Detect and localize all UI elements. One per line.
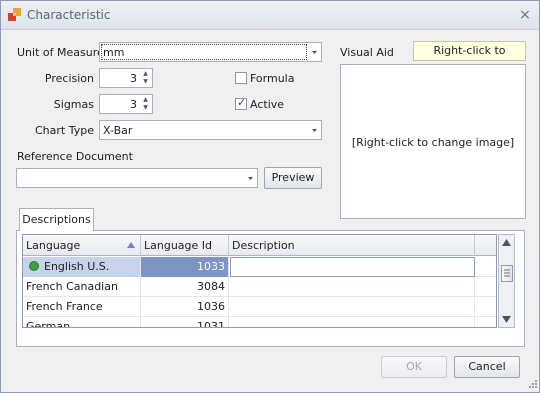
table-row[interactable]: English U.S. 1033 (23, 257, 496, 277)
table-row[interactable]: French Canadian 3084 (23, 277, 496, 297)
scrollbar-thumb[interactable] (501, 265, 513, 282)
chart-type-value: X-Bar (103, 124, 133, 137)
description-cell[interactable] (229, 297, 475, 317)
language-cell[interactable]: English U.S. (23, 257, 141, 277)
chart-type-label: Chart Type (35, 124, 94, 137)
checkmark-icon: ✓ (237, 96, 247, 109)
unit-of-measure-label: Unit of Measure (17, 46, 104, 59)
language-id-cell[interactable]: 1036 (141, 297, 229, 317)
description-cell[interactable] (229, 277, 475, 297)
visual-aid-placeholder: [Right-click to change image] (351, 136, 515, 149)
column-header-label: Description (232, 239, 295, 252)
chevron-down-icon[interactable] (310, 126, 319, 135)
spin-down-icon[interactable]: ▼ (141, 78, 150, 86)
title-bar: Characteristic × (1, 1, 539, 30)
unit-of-measure-value: mm (103, 46, 125, 59)
table-row[interactable]: French France 1036 (23, 297, 496, 317)
right-click-tooltip: Right-click to change (413, 41, 526, 75)
visual-aid-label: Visual Aid (340, 46, 394, 59)
column-header-label: Language (26, 239, 81, 252)
unit-of-measure-combo[interactable]: mm (99, 42, 322, 62)
description-edit-cell[interactable] (230, 257, 475, 277)
focus-rect (101, 44, 307, 60)
characteristic-dialog: Characteristic × Unit of Measure mm Prec… (0, 0, 540, 393)
close-icon: × (519, 7, 531, 23)
formula-checkbox[interactable] (235, 72, 247, 84)
window-title: Characteristic (27, 8, 111, 22)
sort-ascending-icon (127, 242, 135, 248)
spin-up-icon[interactable]: ▲ (141, 96, 150, 104)
column-header-language[interactable]: Language (23, 235, 141, 256)
language-id-cell[interactable]: 1031 (141, 317, 229, 327)
precision-spinner[interactable]: 3 ▲ ▼ (99, 68, 153, 88)
status-dot-icon (29, 261, 39, 271)
column-header-description[interactable]: Description (229, 235, 475, 256)
chevron-down-icon[interactable] (246, 174, 255, 183)
precision-value: 3 (130, 72, 137, 85)
tab-descriptions[interactable]: Descriptions (19, 208, 94, 231)
chart-type-combo[interactable]: X-Bar (99, 120, 322, 140)
language-id-cell[interactable]: 3084 (141, 277, 229, 297)
chevron-down-icon[interactable] (310, 48, 319, 57)
language-id-cell[interactable]: 1033 (141, 257, 229, 277)
language-cell[interactable]: French France (23, 297, 141, 317)
active-checkbox[interactable]: ✓ (235, 96, 247, 110)
reference-document-combo[interactable] (16, 168, 258, 188)
table-row[interactable]: German 1031 (23, 317, 496, 327)
sigmas-spinner[interactable]: 3 ▲ ▼ (99, 94, 153, 114)
resize-grip-icon[interactable] (526, 379, 538, 391)
column-header-language-id[interactable]: Language Id (141, 235, 229, 256)
formula-label: Formula (250, 72, 295, 85)
grip-lines-icon (504, 269, 510, 277)
scroll-up-icon[interactable] (502, 239, 511, 246)
descriptions-grid: Language Language Id Description English… (22, 234, 497, 328)
visual-aid-image[interactable]: [Right-click to change image] (340, 64, 526, 219)
description-cell[interactable] (229, 317, 475, 327)
grid-header: Language Language Id Description (23, 235, 496, 256)
column-header-filler (475, 235, 496, 256)
language-cell[interactable]: French Canadian (23, 277, 141, 297)
sigmas-value: 3 (130, 98, 137, 111)
grid-vertical-scrollbar[interactable] (498, 234, 515, 328)
sigmas-label: Sigmas (53, 98, 94, 111)
active-label: Active (250, 98, 285, 111)
cancel-button[interactable]: Cancel (454, 356, 520, 378)
app-icon (8, 8, 21, 21)
language-text: English U.S. (44, 260, 110, 273)
reference-document-label: Reference Document (17, 150, 133, 163)
spin-up-icon[interactable]: ▲ (141, 70, 150, 78)
language-cell[interactable]: German (23, 317, 141, 327)
scroll-down-icon[interactable] (502, 316, 511, 323)
spin-down-icon[interactable]: ▼ (141, 104, 150, 112)
close-button[interactable]: × (516, 6, 534, 24)
precision-label: Precision (44, 72, 94, 85)
column-header-label: Language Id (144, 239, 213, 252)
ok-button[interactable]: OK (381, 356, 447, 378)
preview-button[interactable]: Preview (264, 167, 322, 189)
